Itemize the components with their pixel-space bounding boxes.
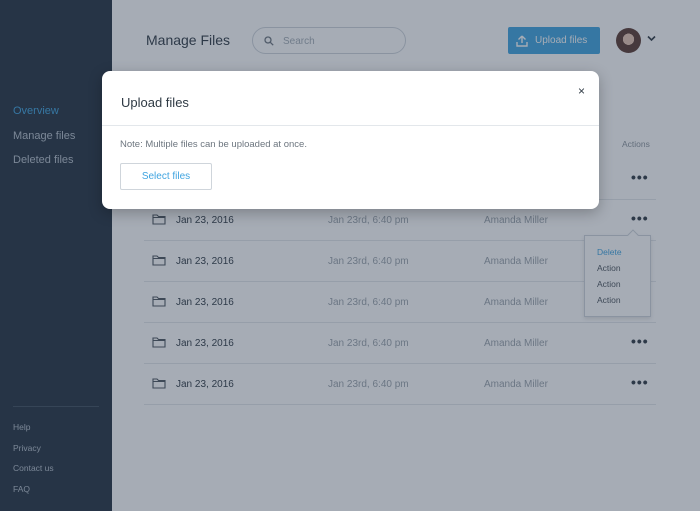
- modal-title: Upload files: [121, 95, 189, 110]
- close-icon[interactable]: ×: [578, 84, 585, 98]
- select-files-label: Select files: [141, 171, 191, 182]
- upload-files-modal: Upload files × Note: Multiple files can …: [102, 71, 599, 209]
- modal-note: Note: Multiple files can be uploaded at …: [120, 139, 307, 150]
- select-files-button[interactable]: Select files: [120, 163, 212, 190]
- modal-divider: [102, 125, 599, 126]
